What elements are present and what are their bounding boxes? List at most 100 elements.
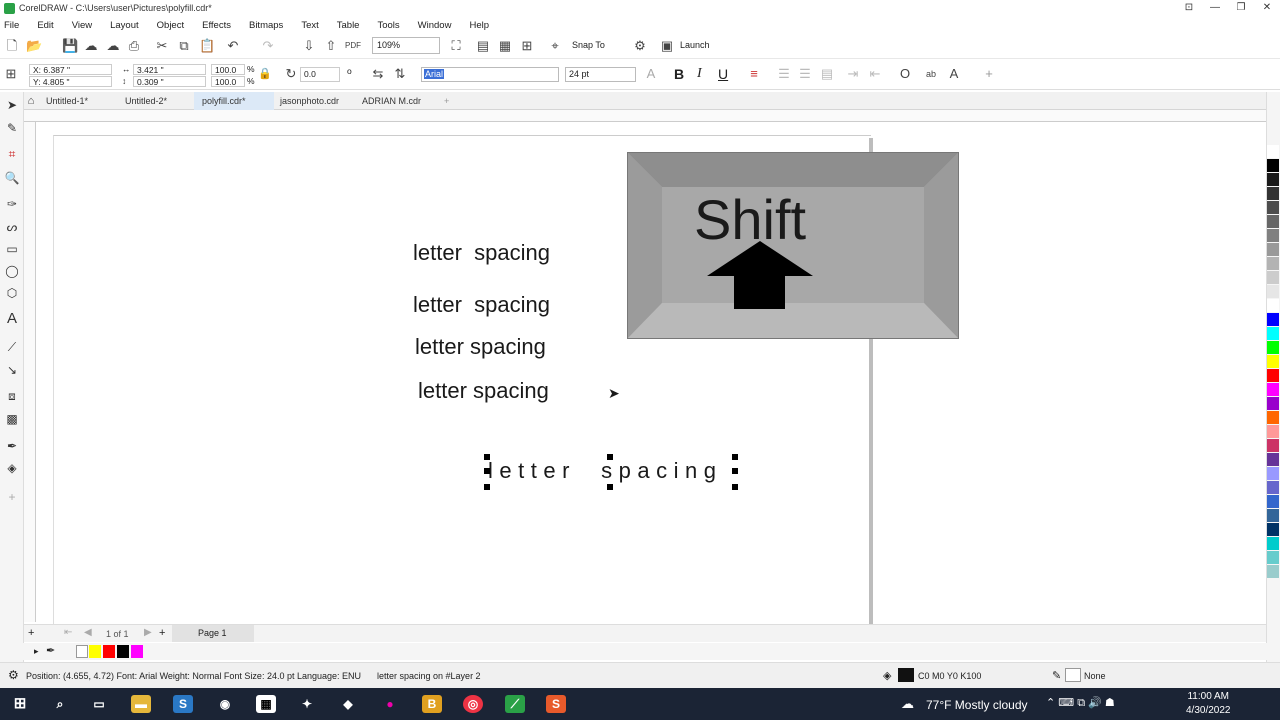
opentype-icon[interactable]: O xyxy=(898,67,912,81)
menu-tools[interactable]: Tools xyxy=(377,18,399,33)
add-page-after-icon[interactable]: + xyxy=(159,627,165,639)
lock-ratio-icon[interactable]: 🔒 xyxy=(258,67,272,81)
numbered-list-icon[interactable]: ☰ xyxy=(798,67,812,81)
app-icon[interactable]: ◆ xyxy=(338,695,358,713)
add-page-icon[interactable]: + xyxy=(28,627,34,639)
text-object[interactable]: letter spacing xyxy=(415,334,546,360)
close-button[interactable]: ✕ xyxy=(1254,0,1280,18)
artistic-media-icon[interactable]: ᔕ xyxy=(4,219,20,235)
swatch-red[interactable] xyxy=(103,645,115,658)
palette-swatch[interactable] xyxy=(1267,243,1279,256)
add-tool-icon[interactable]: + xyxy=(4,489,20,505)
interactive-fill-icon[interactable]: ◈ xyxy=(4,460,20,476)
tab-polyfill[interactable]: polyfill.cdr* xyxy=(194,92,274,110)
drop-shadow-icon[interactable]: ⧈ xyxy=(4,388,20,404)
italic-button[interactable]: I xyxy=(697,66,702,82)
text-tool-icon[interactable]: A xyxy=(4,311,20,327)
palette-swatch[interactable] xyxy=(1267,159,1279,172)
zoom-level-dropdown[interactable]: 109% xyxy=(372,37,440,54)
text-properties-icon[interactable]: A xyxy=(947,67,961,81)
fill-icon[interactable]: ◈ xyxy=(883,669,891,682)
swatch-magenta[interactable] xyxy=(131,645,143,658)
paste-icon[interactable]: 📋 xyxy=(199,39,215,53)
palette-swatch[interactable] xyxy=(1267,523,1279,536)
palette-swatch[interactable] xyxy=(1267,397,1279,410)
windows-start-icon[interactable]: ⊞ xyxy=(10,695,30,713)
mirror-vertical-icon[interactable]: ⇅ xyxy=(393,67,407,81)
font-list-dropdown[interactable]: Arial xyxy=(421,67,559,82)
add-icon[interactable]: + xyxy=(982,67,996,81)
font-weight-icon[interactable]: A xyxy=(644,67,658,81)
outline-color-swatch[interactable] xyxy=(1065,668,1081,682)
menu-table[interactable]: Table xyxy=(337,18,360,33)
new-document-icon[interactable]: 🗋 xyxy=(5,39,19,53)
palette-swatch[interactable] xyxy=(1267,229,1279,242)
swatch-black[interactable] xyxy=(117,645,129,658)
font-size-dropdown[interactable]: 24 pt xyxy=(565,67,636,82)
palette-swatch[interactable] xyxy=(1267,187,1279,200)
options-gear-icon[interactable]: ⚙ xyxy=(633,39,647,53)
palette-swatch[interactable] xyxy=(1267,439,1279,452)
height-field[interactable]: 0.309 " xyxy=(133,76,206,87)
scale-height-field[interactable]: 100.0 xyxy=(211,76,245,87)
add-tab-button[interactable]: + xyxy=(436,92,457,110)
launch-dropdown[interactable]: Launch xyxy=(680,40,710,50)
swatch-yellow[interactable] xyxy=(89,645,101,658)
bold-button[interactable]: B xyxy=(674,66,684,82)
width-field[interactable]: 3.421 " xyxy=(133,64,206,75)
crop-tool-icon[interactable]: ⌗ xyxy=(4,146,20,162)
selection-handle[interactable] xyxy=(732,454,738,460)
app-icon[interactable]: ● xyxy=(380,695,400,713)
eyedropper-icon[interactable]: ✒ xyxy=(4,438,20,454)
ellipse-tool-icon[interactable]: ◯ xyxy=(4,263,20,279)
x-position-field[interactable]: X: 6.387 " xyxy=(29,64,112,75)
drop-cap-icon[interactable]: ▤ xyxy=(820,67,834,81)
window-options-icon[interactable]: ⊡ xyxy=(1176,0,1202,18)
home-icon[interactable]: ⌂ xyxy=(24,94,38,108)
first-page-icon[interactable]: ⇤ xyxy=(64,627,72,638)
snap-to-dropdown[interactable]: Snap To xyxy=(572,40,605,50)
connector-tool-icon[interactable]: ↘ xyxy=(4,362,20,378)
rectangle-tool-icon[interactable]: ▭ xyxy=(4,241,20,257)
palette-swatch[interactable] xyxy=(1267,341,1279,354)
palette-swatch[interactable] xyxy=(1267,215,1279,228)
next-page-icon[interactable]: ▶ xyxy=(144,627,152,638)
cloud-upload-icon[interactable]: ☁ xyxy=(84,39,98,53)
previous-page-icon[interactable]: ◀ xyxy=(84,627,92,638)
menu-bitmaps[interactable]: Bitmaps xyxy=(249,18,283,33)
export-icon[interactable]: ⇧ xyxy=(324,39,338,53)
tab-jasonphoto[interactable]: jasonphoto.cdr xyxy=(272,92,347,110)
rotation-field[interactable]: 0.0 xyxy=(300,67,340,82)
selection-handle[interactable] xyxy=(607,484,613,490)
app-b-icon[interactable]: B xyxy=(422,695,442,713)
menu-edit[interactable]: Edit xyxy=(37,18,53,33)
cut-icon[interactable]: ✂ xyxy=(155,39,169,53)
cloud-download-icon[interactable]: ☁ xyxy=(106,39,120,53)
task-view-icon[interactable]: ▭ xyxy=(89,695,109,713)
selection-handle[interactable] xyxy=(484,468,490,474)
parallel-dimension-icon[interactable]: ⟋ xyxy=(4,339,20,355)
object-origin-icon[interactable]: ⊞ xyxy=(4,67,18,81)
rulers-icon[interactable]: ▤ xyxy=(476,39,490,53)
full-screen-icon[interactable]: ⛶ xyxy=(449,39,463,53)
selection-handle[interactable] xyxy=(732,484,738,490)
horizontal-ruler[interactable] xyxy=(24,110,1266,122)
scale-width-field[interactable]: 100.0 xyxy=(211,64,245,75)
tab-untitled-2[interactable]: Untitled-2* xyxy=(117,92,175,110)
minimize-button[interactable]: — xyxy=(1202,0,1228,18)
rotation-icon[interactable]: ↻ xyxy=(284,67,298,81)
palette-swatch[interactable] xyxy=(1267,453,1279,466)
app-icon[interactable]: ◉ xyxy=(215,695,235,713)
eyedropper-icon[interactable]: ✒ xyxy=(46,644,55,657)
palette-swatch[interactable] xyxy=(1267,355,1279,368)
fill-color-swatch[interactable] xyxy=(898,668,914,682)
tab-untitled-1[interactable]: Untitled-1* xyxy=(38,92,96,110)
selection-handle[interactable] xyxy=(484,484,490,490)
weather-text[interactable]: 77°F Mostly cloudy xyxy=(926,698,1028,712)
print-icon[interactable]: ⎙ xyxy=(127,39,141,53)
text-align-icon[interactable]: ≡ xyxy=(747,67,761,81)
transparency-icon[interactable]: ▩ xyxy=(4,411,20,427)
import-icon[interactable]: ⇩ xyxy=(302,39,316,53)
menu-help[interactable]: Help xyxy=(469,18,489,33)
palette-swatch[interactable] xyxy=(1267,271,1279,284)
